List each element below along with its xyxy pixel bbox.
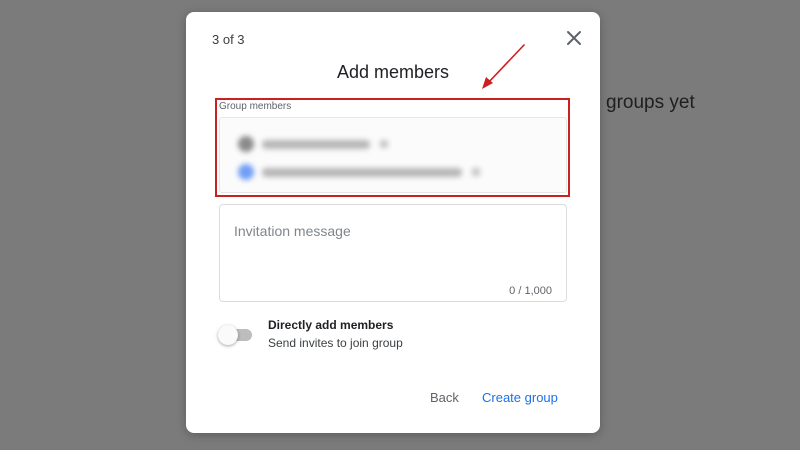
invitation-placeholder: Invitation message	[234, 223, 351, 239]
step-indicator: 3 of 3	[212, 32, 245, 47]
remove-member-icon[interactable]	[380, 140, 388, 148]
close-button[interactable]	[562, 26, 586, 50]
member-email-redacted	[262, 167, 462, 177]
avatar	[238, 136, 254, 152]
avatar	[238, 164, 254, 180]
toggle-title: Directly add members	[268, 318, 394, 332]
empty-state-text: groups yet	[606, 92, 695, 113]
character-counter: 0 / 1,000	[509, 285, 552, 297]
member-name-redacted	[262, 139, 370, 149]
remove-member-icon[interactable]	[472, 168, 480, 176]
group-members-label: Group members	[219, 101, 292, 112]
member-chip[interactable]	[238, 162, 480, 182]
toggle-knob	[218, 325, 238, 345]
member-chip[interactable]	[238, 134, 388, 154]
annotation-arrow	[482, 44, 525, 89]
dialog-title: Add members	[336, 62, 450, 82]
back-button[interactable]: Back	[430, 388, 459, 407]
close-icon	[567, 31, 581, 45]
create-group-button[interactable]: Create group	[482, 388, 558, 407]
add-members-dialog: 3 of 3 Add members Group members Invitat…	[186, 12, 600, 433]
toggle-subtitle: Send invites to join group	[268, 336, 403, 350]
invitation-message-field[interactable]: Invitation message 0 / 1,000	[219, 204, 567, 302]
group-members-field[interactable]	[219, 117, 567, 193]
directly-add-members-toggle[interactable]	[218, 325, 254, 345]
